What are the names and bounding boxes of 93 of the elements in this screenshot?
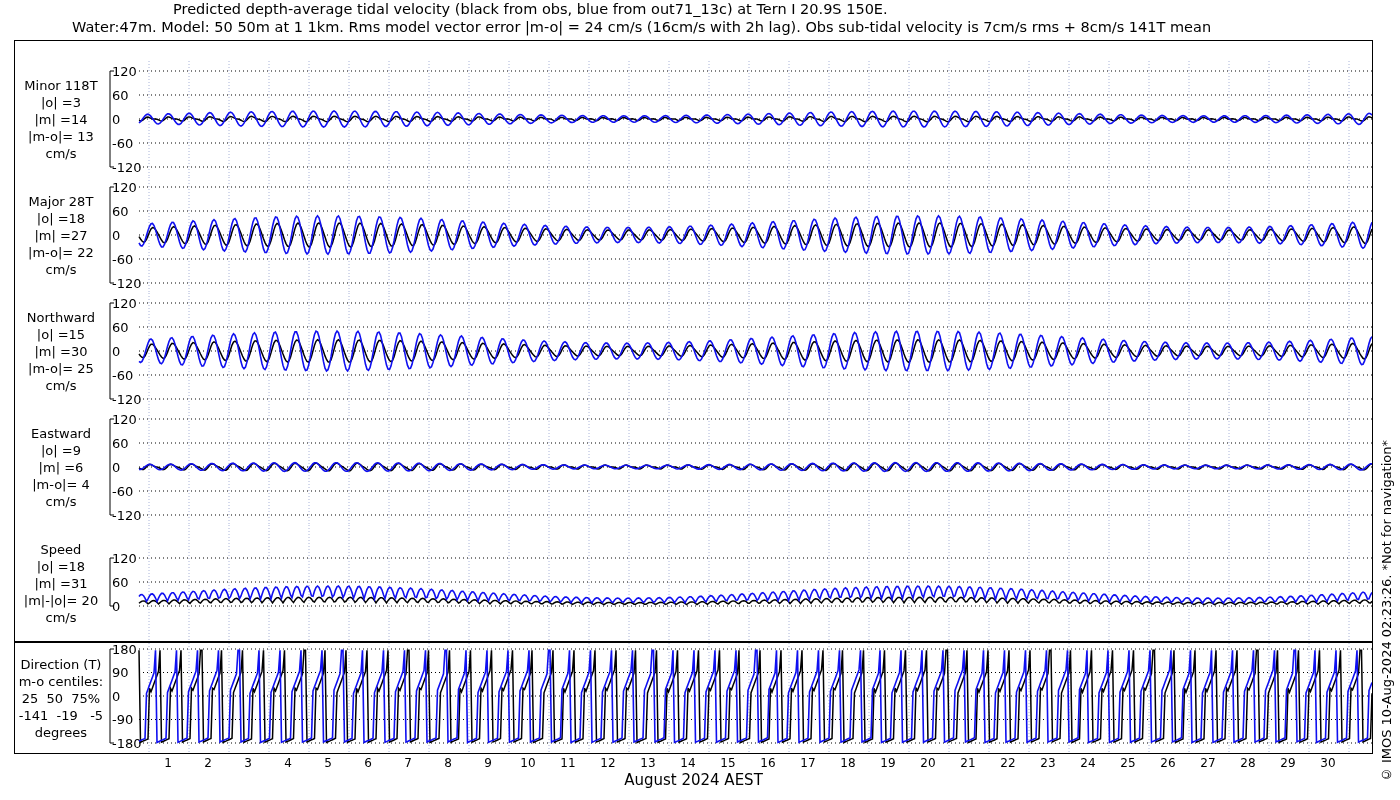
panel-stat: -141 -19 -5 [18,706,104,724]
axis-tick-label: 0 [111,111,121,127]
axis-tick-label: -90 [111,712,134,727]
axis-tick-label: 16 [760,755,776,771]
axis-tick-label: 1 [164,755,172,771]
axis-tick-label: 7 [404,755,412,771]
axis-tick-label: 4 [284,755,292,771]
axis-tick-label: 0 [111,459,121,475]
panel-stat: Minor 118T [24,76,98,94]
panel-stat: m-o centiles: [18,672,104,690]
axis-tick-label: 27 [1200,755,1216,771]
axis-tick-label: 13 [640,755,656,771]
axis-tick-label: 15 [720,755,736,771]
panel-stat: |m| =27 [34,226,88,244]
axis-tick-label: -180 [111,735,142,751]
axis-tick-label: 12 [600,755,616,771]
axis-tick-label: 22 [1000,755,1016,771]
panel-stat: Major 28T [28,192,94,210]
axis-tick-label: 29 [1280,755,1296,771]
panel-stat: Eastward [30,424,91,442]
panel-stat: degrees [34,723,88,741]
panel-stat: |o| =3 [40,93,81,111]
axis-tick-label: 11 [560,755,576,771]
axis-tick-label: 24 [1080,755,1096,771]
axis-tick-label: 6 [364,755,372,771]
axis-tick-label: 26 [1160,755,1176,771]
axis-tick-label: 120 [111,550,137,566]
axis-tick-label: 28 [1240,755,1256,771]
axis-tick-label: 18 [840,755,856,771]
axis-tick-label: 5 [324,755,332,771]
panel-stat: cm/s [45,144,77,162]
axis-tick-label: -60 [111,367,134,383]
panel-stat: cm/s [45,376,77,394]
axis-tick-label: -120 [111,507,142,523]
axis-title: August 2024 AEST [624,771,763,789]
axis-tick-label: 60 [111,87,129,103]
axis-tick-label: 10 [520,755,536,771]
panel-stat: |m| =6 [38,458,84,476]
axis-tick-label: 120 [111,179,137,195]
axis-tick-label: 21 [960,755,976,771]
axis-tick-label: 19 [880,755,896,771]
axis-tick-label: 0 [111,688,121,704]
panel-stat: |m-o|= 13 [28,127,94,145]
axis-tick-label: 90 [111,665,129,680]
axis-tick-label: 120 [111,295,137,311]
axis-tick-label: 60 [111,435,129,451]
y-axis [109,557,115,607]
panel-stat: |m-o|= 22 [28,243,94,261]
panel-stat: cm/s [45,608,77,626]
axis-tick-label: 3 [244,755,252,771]
copyright-notice: © IMOS 10-Aug-2024 02:23:26. *Not for navigation* [1377,439,1395,782]
panel-stat: Direction (T) [20,655,102,673]
axis-tick-label: 120 [111,63,137,79]
axis-tick-label: 2 [204,755,212,771]
axis-tick-label: 120 [111,411,137,427]
axis-tick-label: 0 [111,598,121,614]
axis-tick-label: 60 [111,319,129,335]
panel-stat: |o| =15 [36,325,86,343]
axis-tick-label: -120 [111,391,142,407]
axis-tick-label: 20 [920,755,936,771]
panel-stat: |o| =9 [40,441,81,459]
axis-tick-label: 23 [1040,755,1056,771]
axis-tick-label: 8 [444,755,452,771]
axis-tick-label: -60 [111,135,134,151]
panel-stat: |m|-|o|= 20 [23,591,99,609]
panel-stat: cm/s [45,492,77,510]
chart-title: Predicted depth-average tidal velocity (black from obs, blue from out71_13c) at Tern I 20.9S 150E. [172,0,889,18]
panel-stat: |m| =14 [34,110,88,128]
axis-tick-label: -60 [111,483,134,499]
axis-tick-label: 25 [1120,755,1136,771]
axis-tick-label: -120 [111,275,142,291]
axis-tick-label: 180 [111,643,137,657]
axis-tick-label: 60 [111,574,129,590]
panel-stat: |o| =18 [36,557,86,575]
panel-stat: Speed [40,540,82,558]
panel-stat: cm/s [45,260,77,278]
panel-stat: |o| =18 [36,209,86,227]
axis-tick-label: 14 [680,755,696,771]
axis-tick-label: 0 [111,343,121,359]
axis-tick-label: 0 [111,227,121,243]
axis-tick-label: 30 [1320,755,1336,771]
panel-stat: Northward [26,308,96,326]
chart-subtitle: Water:47m. Model: 50 50m at 1 1km. Rms model vector error |m-o| = 24 cm/s (16cm/s with 2h lag). Obs sub-tidal velocity is 7cm/s rms + 8cm/s 141T mean [71,18,1213,36]
panel-stat: |m-o|= 25 [28,359,94,377]
panel-stat: |m-o|= 4 [32,475,90,493]
panel-stat: |m| =31 [34,574,88,592]
axis-tick-label: 17 [800,755,816,771]
panel-stat: 25 50 75% [21,689,101,707]
axis-tick-label: 60 [111,203,129,219]
axis-tick-label: -120 [111,159,142,175]
axis-tick-label: -60 [111,251,134,267]
panel-stat: |m| =30 [34,342,88,360]
axis-tick-label: 9 [484,755,492,771]
